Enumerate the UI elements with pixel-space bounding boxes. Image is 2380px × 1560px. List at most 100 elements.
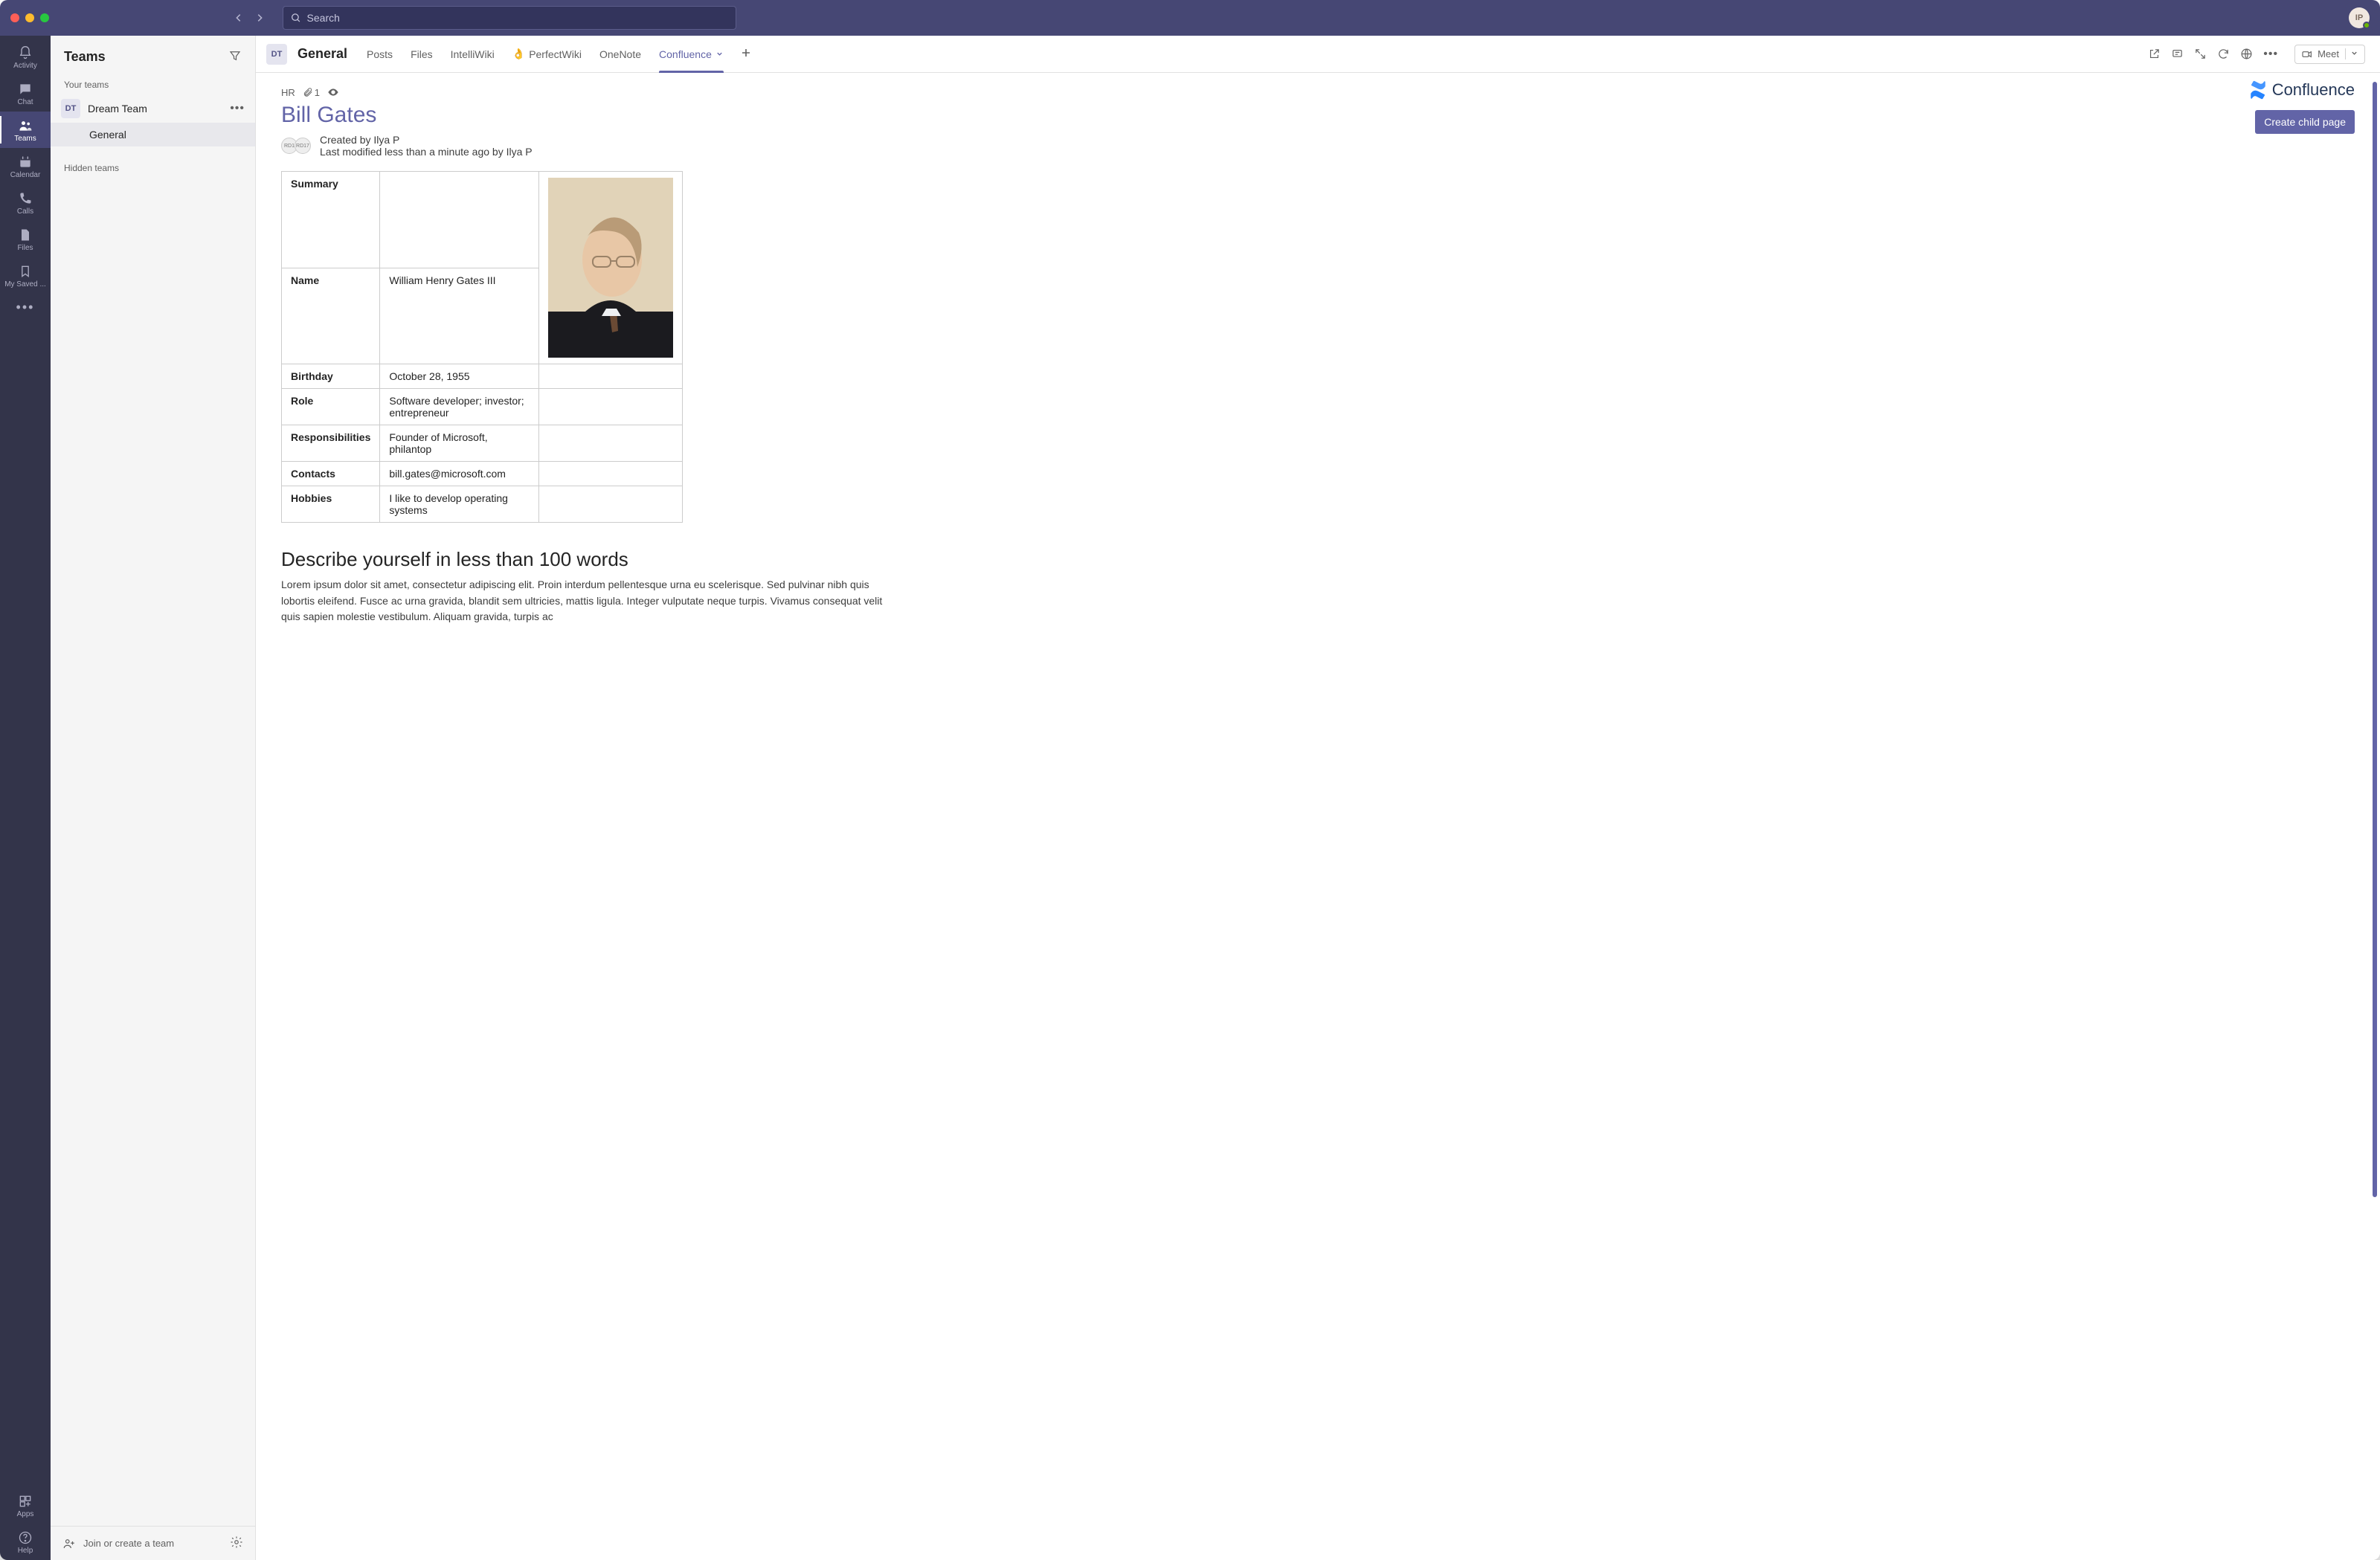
presence-indicator: [2363, 22, 2370, 29]
plus-icon: [740, 47, 752, 59]
chat-icon: [18, 82, 33, 97]
author-avatar: RD17: [295, 138, 311, 154]
join-create-team[interactable]: Join or create a team: [83, 1538, 174, 1549]
teams-title: Teams: [64, 49, 106, 65]
tab-onenote[interactable]: OneNote: [594, 36, 647, 73]
paperclip-icon: [303, 87, 313, 97]
rail-saved[interactable]: My Saved ...: [0, 257, 51, 294]
channel-row-general[interactable]: General: [51, 123, 255, 146]
team-name: Dream Team: [88, 103, 147, 115]
summary-row-value: Software developer; investor; entreprene…: [380, 389, 539, 425]
filter-icon[interactable]: [228, 49, 242, 65]
confluence-logo-icon: [2248, 80, 2268, 100]
summary-row-value: I like to develop operating systems: [380, 486, 539, 523]
rail-label: Apps: [0, 1510, 51, 1518]
photo-cell: [539, 172, 683, 364]
settings-icon[interactable]: [230, 1535, 243, 1551]
summary-header: Summary: [282, 172, 380, 268]
file-icon: [18, 228, 33, 242]
rail-calendar[interactable]: Calendar: [0, 148, 51, 184]
bookmark-icon: [18, 264, 33, 279]
more-icon[interactable]: •••: [2263, 48, 2278, 61]
avatar-initials: IP: [2355, 13, 2363, 22]
expand-icon[interactable]: [2194, 48, 2207, 60]
attachments[interactable]: 1: [303, 87, 320, 98]
maximize-window[interactable]: [40, 13, 49, 22]
summary-row-value: bill.gates@microsoft.com: [380, 462, 539, 486]
team-more-icon[interactable]: •••: [230, 102, 245, 115]
phone-icon: [18, 191, 33, 206]
page-title: Bill Gates: [281, 103, 900, 128]
help-icon: [18, 1530, 33, 1545]
rail-calls[interactable]: Calls: [0, 184, 51, 221]
bell-icon: [18, 45, 33, 60]
panel-footer: Join or create a team: [51, 1526, 255, 1560]
app-rail: Activity Chat Teams Calendar Calls Files: [0, 36, 51, 1560]
created-by: Created by Ilya P: [320, 134, 533, 146]
tabs-bar: DT General Posts Files IntelliWiki 👌Perf…: [256, 36, 2380, 73]
join-team-icon: [62, 1537, 76, 1550]
video-icon: [2301, 48, 2313, 60]
meet-button[interactable]: Meet: [2294, 45, 2365, 64]
rail-activity[interactable]: Activity: [0, 39, 51, 75]
meet-dropdown[interactable]: [2345, 48, 2358, 59]
nav-forward-icon[interactable]: [254, 13, 265, 23]
summary-row-value: William Henry Gates III: [380, 268, 539, 364]
tab-files[interactable]: Files: [405, 36, 439, 73]
rail-files[interactable]: Files: [0, 221, 51, 257]
profile-photo: [548, 178, 673, 358]
breadcrumb[interactable]: HR: [281, 87, 295, 98]
add-tab-button[interactable]: [736, 47, 756, 61]
tab-intelliwiki[interactable]: IntelliWiki: [445, 36, 501, 73]
summary-row-value: Founder of Microsoft, philantop: [380, 425, 539, 462]
nav-back-icon[interactable]: [234, 13, 244, 23]
confluence-brand: Confluence: [2248, 80, 2355, 100]
profile-avatar[interactable]: IP: [2349, 7, 2370, 28]
globe-icon[interactable]: [2240, 48, 2253, 60]
watch-icon[interactable]: [327, 86, 339, 98]
minimize-window[interactable]: [25, 13, 34, 22]
modified-by: Last modified less than a minute ago by …: [320, 146, 533, 158]
summary-row-label: Role: [282, 389, 380, 425]
window-controls: [10, 13, 49, 22]
teams-icon: [18, 118, 33, 133]
team-row[interactable]: DT Dream Team •••: [51, 94, 255, 123]
create-child-page-button[interactable]: Create child page: [2255, 110, 2355, 134]
close-window[interactable]: [10, 13, 19, 22]
rail-chat[interactable]: Chat: [0, 75, 51, 112]
summary-row-label: Birthday: [282, 364, 380, 389]
hidden-teams-label: Hidden teams: [51, 157, 255, 178]
summary-table: Summary: [281, 171, 683, 523]
summary-row-label: Contacts: [282, 462, 380, 486]
refresh-icon[interactable]: [2217, 48, 2230, 60]
rail-teams[interactable]: Teams: [0, 112, 51, 148]
conversation-icon[interactable]: [2171, 48, 2184, 60]
title-bar: IP: [0, 0, 2380, 36]
search-input[interactable]: [306, 11, 728, 25]
chevron-down-icon: [715, 50, 724, 58]
search-icon: [291, 13, 301, 23]
section-body: Lorem ipsum dolor sit amet, consectetur …: [281, 577, 900, 625]
rail-label: Calls: [0, 207, 51, 216]
rail-label: Files: [0, 244, 51, 252]
team-avatar: DT: [61, 99, 80, 118]
rail-label: Chat: [0, 98, 51, 106]
tab-posts[interactable]: Posts: [361, 36, 399, 73]
attachment-count: 1: [315, 87, 320, 98]
summary-row-value: October 28, 1955: [380, 364, 539, 389]
scrollbar[interactable]: [2373, 82, 2377, 1197]
tab-perfectwiki[interactable]: 👌PerfectWiki: [506, 36, 588, 73]
open-external-icon[interactable]: [2148, 48, 2161, 60]
rail-label: My Saved ...: [0, 280, 51, 289]
page-meta: HR 1: [281, 86, 339, 98]
your-teams-label: Your teams: [51, 74, 255, 94]
apps-icon: [18, 1494, 33, 1509]
section-heading: Describe yourself in less than 100 words: [281, 548, 900, 571]
rail-more[interactable]: •••: [16, 294, 35, 321]
teams-panel: Teams Your teams DT Dream Team ••• Gener…: [51, 36, 256, 1560]
tab-confluence[interactable]: Confluence: [653, 36, 730, 73]
search-box[interactable]: [283, 6, 736, 30]
rail-help[interactable]: Help: [0, 1524, 51, 1560]
summary-row-label: Name: [282, 268, 380, 364]
rail-apps[interactable]: Apps: [0, 1487, 51, 1524]
